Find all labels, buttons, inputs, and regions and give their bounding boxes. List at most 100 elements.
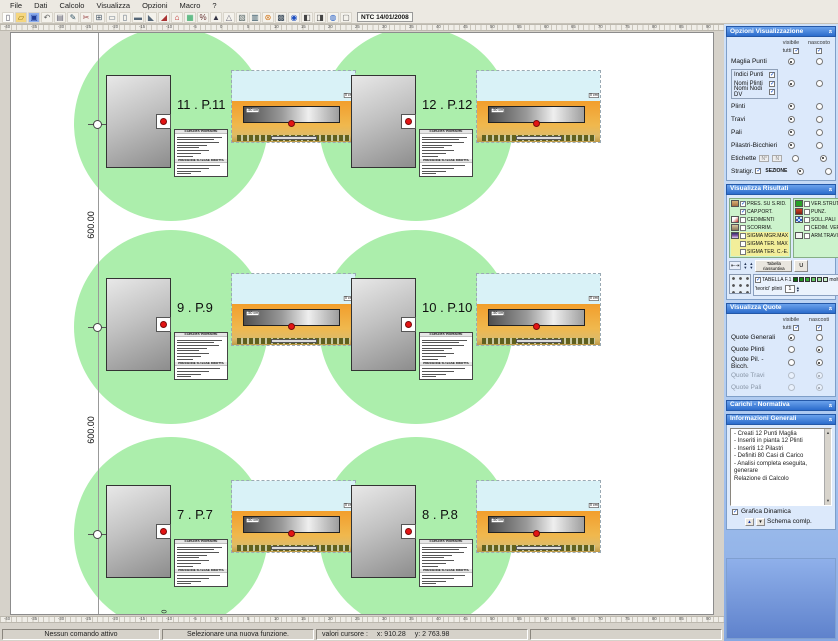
section-header[interactable]: Visualizza Quote « [726, 303, 836, 314]
footing-node-dot[interactable] [533, 530, 540, 537]
axis-node[interactable] [93, 323, 102, 332]
spacing-adjust-icon[interactable]: ⇤⇥ [729, 261, 741, 270]
plinth-label[interactable]: 9 . P.9 [177, 300, 213, 315]
scrollbar[interactable]: ▲▼ [824, 429, 831, 505]
pendio-icon[interactable]: ◢ [158, 12, 170, 23]
footing-node-dot[interactable] [533, 323, 540, 330]
radio-visibile[interactable] [788, 142, 795, 149]
group-item-checkbox[interactable] [769, 81, 775, 87]
globo-blu-icon[interactable]: ◉ [288, 12, 300, 23]
radio-nascosto[interactable] [816, 334, 823, 341]
save-icon[interactable]: ▣ [28, 12, 40, 23]
calcolo-1-icon[interactable]: ◧ [301, 12, 313, 23]
section-header[interactable]: Carichi - Normativa « [726, 400, 836, 411]
axis-node[interactable] [93, 120, 102, 129]
radio-visibile[interactable] [788, 103, 795, 110]
drawing-canvas[interactable]: 600.00600.0011 . P.11CAPACITA' PORTANTEP… [10, 32, 714, 615]
plinth-label[interactable]: 11 . P.11 [177, 97, 225, 112]
copy-sheet-icon[interactable]: ▤ [54, 12, 66, 23]
radio-nascosto[interactable] [816, 80, 823, 87]
radio-visibile[interactable] [792, 155, 799, 162]
scale-spinner-right[interactable]: ▲▼ [749, 262, 753, 269]
result-checkbox[interactable] [740, 201, 746, 207]
menu-item-macro[interactable]: Macro [174, 1, 207, 10]
node-marker-box[interactable] [156, 524, 171, 539]
schema-down-button[interactable]: ▼ [756, 518, 765, 526]
axis-node[interactable] [93, 530, 102, 539]
section-header[interactable]: Opzioni Visualizzazione « [726, 26, 836, 37]
footing-node-dot[interactable] [288, 323, 295, 330]
grid-points-icon[interactable]: ⊞ [93, 12, 105, 23]
menu-item-help[interactable]: ? [206, 1, 222, 10]
collapse-icon[interactable]: « [827, 417, 834, 421]
plinth-label[interactable]: 10 . P.10 [422, 300, 472, 315]
radio-nascosto[interactable] [816, 359, 823, 366]
radio-nascosto[interactable] [820, 155, 827, 162]
gear-icon[interactable]: ⊛ [262, 12, 274, 23]
plinth-label[interactable]: 7 . P.7 [177, 507, 213, 522]
result-checkbox[interactable] [804, 201, 810, 207]
node-marker-box[interactable] [156, 317, 171, 332]
radio-visibile[interactable] [788, 116, 795, 123]
palo-icon[interactable]: ◣ [145, 12, 157, 23]
piramide-scura-icon[interactable]: ▲ [210, 12, 222, 23]
footing-node-dot[interactable] [288, 120, 295, 127]
radio-nascosto[interactable] [816, 58, 823, 65]
open-folder-icon[interactable]: ▱ [15, 12, 27, 23]
result-checkbox[interactable] [740, 225, 746, 231]
node-marker-box[interactable] [401, 114, 416, 129]
radio-nascosto[interactable] [816, 103, 823, 110]
radio-visibile[interactable] [788, 346, 795, 353]
sezione-checkbox[interactable] [755, 168, 761, 174]
menu-item-dati[interactable]: Dati [28, 1, 53, 10]
plinth-label[interactable]: 8 . P.8 [422, 507, 458, 522]
verification-table[interactable]: CAPACITA' PORTANTEPRESSIONE SU BASE RIDO… [419, 129, 473, 177]
menu-item-visualizza[interactable]: Visualizza [90, 1, 136, 10]
result-checkbox[interactable] [740, 233, 746, 239]
node-marker-box[interactable] [156, 114, 171, 129]
collapse-icon[interactable]: « [827, 30, 834, 34]
radio-nascosto[interactable] [816, 346, 823, 353]
radio-visibile[interactable] [788, 334, 795, 341]
section-header[interactable]: Visualizza Risultati « [726, 184, 836, 195]
verification-table[interactable]: CAPACITA' PORTANTEPRESSIONE SU BASE RIDO… [174, 539, 228, 587]
footing-node-dot[interactable] [288, 530, 295, 537]
calcolo-2-icon[interactable]: ◨ [314, 12, 326, 23]
soil-section[interactable]: 0 cm-50 cm [231, 70, 356, 143]
soil-section[interactable]: 0 cm-50 cm [231, 480, 356, 553]
staffa-button[interactable]: ∪ [794, 260, 808, 272]
collapse-icon[interactable]: « [827, 306, 834, 310]
plinth-label[interactable]: 12 . P.12 [422, 97, 472, 112]
collapse-icon[interactable]: « [827, 403, 834, 407]
soil-section[interactable]: 0 cm-50 cm [231, 273, 356, 346]
pilastro-icon[interactable]: ▯ [119, 12, 131, 23]
group-item-checkbox[interactable] [769, 72, 775, 78]
molt-plinti-spinner[interactable]: ▲▼ [796, 286, 800, 293]
verification-table[interactable]: CAPACITA' PORTANTEPRESSIONE SU BASE RIDO… [174, 332, 228, 380]
node-marker-box[interactable] [401, 524, 416, 539]
scroll-up-icon[interactable]: ▲ [826, 429, 830, 437]
diagramma-icon[interactable]: ▥ [249, 12, 261, 23]
radio-nascosto[interactable] [816, 384, 823, 391]
radio-nascosto[interactable] [816, 142, 823, 149]
new-document-icon[interactable]: ▯ [2, 12, 14, 23]
group-item-checkbox[interactable] [769, 89, 775, 95]
result-checkbox[interactable] [740, 217, 746, 223]
menu-item-opzioni[interactable]: Opzioni [136, 1, 173, 10]
radio-nascosto[interactable] [816, 129, 823, 136]
radio-nascosto[interactable] [816, 372, 823, 379]
radio-visibile[interactable] [788, 359, 795, 366]
verification-table[interactable]: CAPACITA' PORTANTEPRESSIONE SU BASE RIDO… [419, 332, 473, 380]
tutti-nascosti-checkbox[interactable] [816, 325, 822, 331]
plinto-icon[interactable]: ▭ [106, 12, 118, 23]
radio-visibile[interactable] [788, 58, 795, 65]
molt-plinti-input[interactable]: 1 [785, 285, 795, 293]
cut-icon[interactable]: ✂ [80, 12, 92, 23]
tutti-visibile-checkbox[interactable] [793, 48, 799, 54]
result-checkbox[interactable] [804, 225, 810, 231]
result-checkbox[interactable] [804, 209, 810, 215]
result-checkbox[interactable] [804, 217, 810, 223]
undo-icon[interactable]: ↶ [41, 12, 53, 23]
edit-sheet-icon[interactable]: ✎ [67, 12, 79, 23]
radio-visibile[interactable] [788, 129, 795, 136]
